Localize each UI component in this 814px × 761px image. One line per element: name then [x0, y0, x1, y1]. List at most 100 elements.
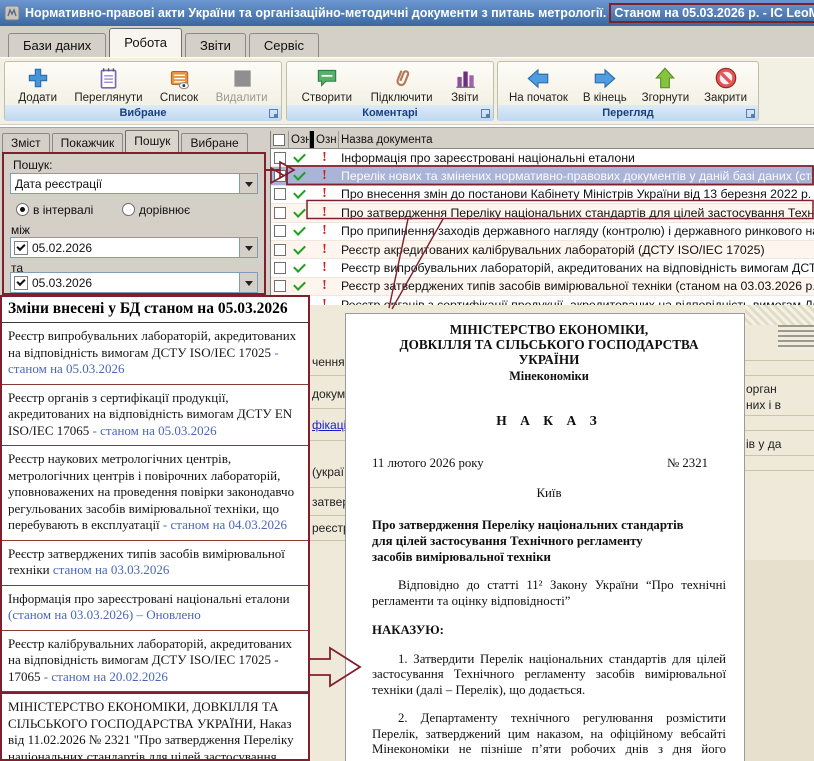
comment-reports-button[interactable]: Звіти: [447, 64, 482, 105]
chevron-down-icon[interactable]: [239, 273, 257, 292]
close-button[interactable]: Закрити: [700, 64, 751, 105]
document-subject: Про затвердження Переліку національних с…: [372, 517, 726, 565]
checkbox-icon[interactable]: [273, 134, 285, 146]
radio-icon[interactable]: [122, 203, 135, 216]
arrow-right-icon: [592, 65, 618, 91]
changes-item[interactable]: Реєстр затверджених типів засобів вимірю…: [2, 541, 308, 586]
attach-button[interactable]: Підключити: [367, 64, 437, 105]
chevron-down-icon[interactable]: [239, 238, 257, 257]
menu-tab-reports[interactable]: Звіти: [185, 33, 246, 57]
pane-hatch: [745, 305, 814, 325]
view-button[interactable]: Переглянути: [70, 64, 146, 105]
list-row[interactable]: !Реєстр органів з сертифікації продукції…: [271, 296, 814, 305]
checkbox-icon[interactable]: [274, 188, 286, 200]
sidebar-tab-index[interactable]: Покажчик: [52, 133, 124, 152]
check-icon: [293, 260, 306, 273]
comment-reports-label: Звіти: [451, 92, 478, 104]
list-row[interactable]: !Про припинення заходів державного нагля…: [271, 223, 814, 241]
menu-tab-databases[interactable]: Бази даних: [8, 33, 106, 57]
check-icon: [293, 205, 306, 218]
close-button-label: Закрити: [704, 92, 747, 104]
title-bar[interactable]: Нормативно-правові акти України та орган…: [0, 0, 814, 26]
checkbox-icon[interactable]: [14, 241, 28, 255]
checkbox-icon[interactable]: [14, 276, 28, 290]
search-label: Пошук:: [13, 158, 53, 172]
list-row[interactable]: !Інформація про зареєстровані національн…: [271, 149, 814, 167]
title-highlight-text: Станом на 05.03.2026 р. - ІС LeoMETR 4..…: [614, 6, 814, 20]
toolbar-separator: [0, 124, 814, 131]
menu-tab-work[interactable]: Робота: [109, 28, 182, 57]
group-caption-comments: Коментарі: [287, 105, 493, 121]
check-icon: [293, 279, 306, 292]
changes-item-highlighted[interactable]: МІНІСТЕРСТВО ЕКОНОМІКИ, ДОВКІЛЛЯ ТА СІЛЬ…: [2, 692, 308, 761]
column-header-ozn1[interactable]: Озн: [289, 131, 310, 148]
menu-tab-service[interactable]: Сервіс: [249, 33, 319, 57]
date-from-field[interactable]: 05.02.2026: [10, 237, 258, 258]
list-row-selected[interactable]: !Перелік нових та змінених нормативно-пр…: [271, 167, 814, 185]
date-from-value: 05.02.2026: [28, 241, 239, 255]
radio-icon[interactable]: [16, 203, 29, 216]
column-header-name[interactable]: Назва документа: [339, 131, 814, 148]
changes-panel-header: Зміни внесені у БД станом на 05.03.2026: [2, 297, 308, 323]
radio-equals[interactable]: дорівнює: [122, 203, 190, 217]
ministry-name: МІНІСТЕРСТВО ЕКОНОМІКИ, ДОВКІЛЛЯ ТА СІЛЬ…: [372, 322, 726, 367]
checkbox-icon[interactable]: [274, 170, 286, 182]
checkbox-icon[interactable]: [274, 262, 286, 274]
changes-item[interactable]: Реєстр наукових метрологічних центрів, м…: [2, 446, 308, 541]
column-header-ozn2[interactable]: Озн: [314, 131, 339, 148]
delete-button[interactable]: Видалити: [212, 64, 272, 105]
document-item: 2. Департаменту технічного регулювання р…: [372, 711, 726, 761]
no-entry-icon: [713, 65, 739, 91]
dialog-launcher-icon[interactable]: [481, 109, 490, 118]
list-row[interactable]: !Реєстр випробувальних лабораторій, акре…: [271, 259, 814, 277]
checkbox-icon[interactable]: [274, 280, 286, 292]
plus-icon: [25, 65, 51, 91]
changes-item[interactable]: Інформація про зареєстровані національні…: [2, 586, 308, 631]
document-number: № 2321: [667, 456, 708, 472]
chevron-down-icon[interactable]: [239, 174, 257, 193]
changes-item[interactable]: Реєстр органів з сертифікації продукції,…: [2, 385, 308, 447]
pane-lower-block: [745, 560, 814, 761]
radio-in-interval[interactable]: в інтервалі: [16, 203, 93, 217]
document-date: 11 лютого 2026 року: [372, 456, 484, 472]
search-field-select[interactable]: Дата реєстрації: [10, 173, 258, 194]
search-field-value: Дата реєстрації: [11, 177, 239, 191]
add-button[interactable]: Додати: [14, 64, 61, 105]
list-row[interactable]: !Про затвердження Переліку національних …: [271, 204, 814, 222]
list-row[interactable]: !Реєстр затверджених типів засобів вимір…: [271, 278, 814, 296]
sidebar-tab-favorites[interactable]: Вибране: [181, 133, 247, 152]
changes-item[interactable]: Реєстр випробувальних лабораторій, акред…: [2, 323, 308, 385]
list-row[interactable]: !Реєстр акредитованих калібрувальних лаб…: [271, 241, 814, 259]
title-highlight-annotation: Станом на 05.03.2026 р. - ІС LeoMETR 4..…: [609, 3, 814, 23]
checkbox-icon[interactable]: [274, 244, 286, 256]
attach-button-label: Підключити: [371, 92, 433, 104]
group-caption-favorites: Вибране: [5, 105, 281, 121]
checkbox-icon[interactable]: [274, 152, 286, 164]
sidebar-tab-contents[interactable]: Зміст: [2, 133, 50, 152]
pane-link-fragment[interactable]: фікаці: [312, 418, 346, 432]
checkbox-icon[interactable]: [274, 207, 286, 219]
list-row[interactable]: !Про внесення змін до постанови Кабінету…: [271, 186, 814, 204]
go-end-button[interactable]: В кінець: [579, 64, 631, 105]
changes-item[interactable]: Реєстр калібрувальних лабораторій, акред…: [2, 631, 308, 693]
dialog-launcher-icon[interactable]: [746, 109, 755, 118]
search-panel: Пошук: Дата реєстрації в інтервалі дорів…: [2, 152, 266, 295]
splitter-handle[interactable]: [778, 325, 814, 350]
document-order-word: НАКАЗУЮ:: [372, 623, 726, 639]
header-checkbox-cell[interactable]: [271, 131, 289, 148]
collapse-button[interactable]: Згорнути: [638, 64, 693, 105]
arrow-up-icon: [652, 65, 678, 91]
go-start-button[interactable]: На початок: [505, 64, 572, 105]
window-title-text: Нормативно-правові акти України та орган…: [25, 6, 606, 20]
dialog-launcher-icon[interactable]: [269, 109, 278, 118]
view-button-label: Переглянути: [74, 92, 142, 104]
list-button[interactable]: Список: [156, 64, 202, 105]
document-preview[interactable]: МІНІСТЕРСТВО ЕКОНОМІКИ, ДОВКІЛЛЯ ТА СІЛЬ…: [345, 313, 745, 761]
notepad-icon: [95, 65, 121, 91]
pane-fragment: ів у да: [746, 437, 781, 451]
checkbox-icon[interactable]: [274, 225, 286, 237]
create-comment-button[interactable]: Створити: [298, 64, 356, 105]
date-to-field[interactable]: 05.03.2026: [10, 272, 258, 293]
exclamation-icon: !: [322, 298, 327, 305]
sidebar-tab-search[interactable]: Пошук: [125, 130, 179, 152]
